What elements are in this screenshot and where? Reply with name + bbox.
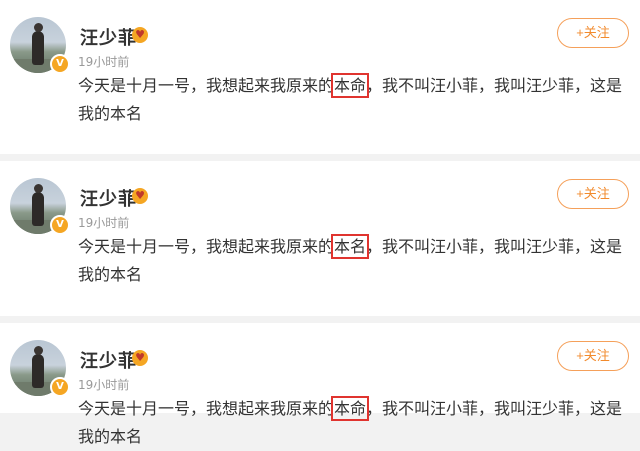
highlighted-word: 本命	[331, 73, 370, 98]
verified-badge-icon: V	[50, 54, 70, 74]
post-time[interactable]: 19小时前	[78, 53, 129, 70]
member-badge-icon: ♥	[132, 27, 148, 43]
avatar-figure	[32, 346, 44, 388]
post-text: 今天是十月一号，我想起来我原来的本名，我不叫汪小菲，我叫汪少菲，这是我的本名	[78, 233, 628, 289]
member-badge-icon: ♥	[132, 350, 148, 366]
user-name[interactable]: 汪少菲	[80, 24, 137, 50]
verified-badge-icon: V	[50, 377, 70, 397]
follow-button[interactable]: +关注	[557, 18, 629, 48]
highlighted-word: 本名	[331, 234, 370, 259]
weibo-post: V 汪少菲 ♥ 19小时前 今天是十月一号，我想起来我原来的本命，我不叫汪小菲，…	[0, 0, 640, 154]
highlighted-word: 本命	[331, 396, 370, 421]
post-text-before: 今天是十月一号，我想起来我原来的	[78, 399, 335, 418]
follow-button[interactable]: +关注	[557, 341, 629, 371]
post-text-before: 今天是十月一号，我想起来我原来的	[78, 76, 335, 95]
user-name[interactable]: 汪少菲	[80, 185, 137, 211]
post-time[interactable]: 19小时前	[78, 214, 129, 231]
avatar-figure	[32, 184, 44, 226]
post-text: 今天是十月一号，我想起来我原来的本命，我不叫汪小菲，我叫汪少菲，这是我的本名	[78, 72, 628, 128]
avatar-figure	[32, 23, 44, 65]
weibo-post: V 汪少菲 ♥ 19小时前 今天是十月一号，我想起来我原来的本命，我不叫汪小菲，…	[0, 323, 640, 446]
post-text-before: 今天是十月一号，我想起来我原来的	[78, 237, 335, 256]
member-badge-icon: ♥	[132, 188, 148, 204]
follow-button[interactable]: +关注	[557, 179, 629, 209]
user-name[interactable]: 汪少菲	[80, 347, 137, 373]
post-text: 今天是十月一号，我想起来我原来的本命，我不叫汪小菲，我叫汪少菲，这是我的本名	[78, 395, 628, 451]
post-time[interactable]: 19小时前	[78, 376, 129, 393]
weibo-post: V 汪少菲 ♥ 19小时前 今天是十月一号，我想起来我原来的本名，我不叫汪小菲，…	[0, 161, 640, 316]
verified-badge-icon: V	[50, 215, 70, 235]
